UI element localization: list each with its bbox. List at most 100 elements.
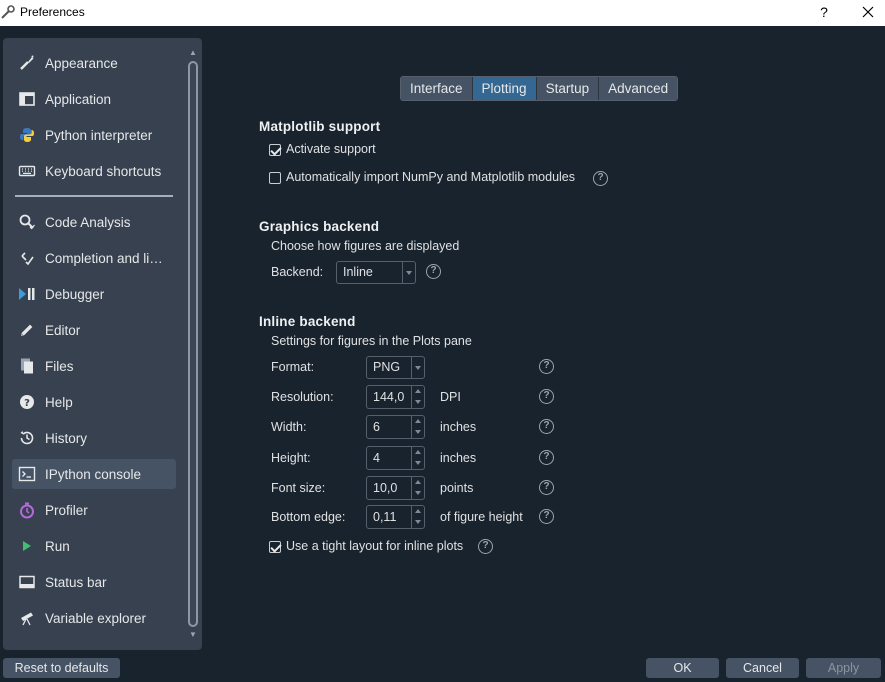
- sidebar-item-editor[interactable]: Editor: [12, 315, 176, 345]
- chevron-down-icon: [402, 262, 415, 283]
- sidebar-item-label: Application: [45, 91, 112, 107]
- resolution-spinbox[interactable]: 144,0: [366, 385, 425, 409]
- telescope-icon: [18, 609, 36, 627]
- bottom-edge-value: 0,11: [373, 510, 397, 524]
- tab-advanced[interactable]: Advanced: [599, 77, 678, 100]
- sidebar-item-history[interactable]: History: [12, 423, 176, 453]
- help-tooltip-icon[interactable]: ?: [593, 171, 608, 186]
- sidebar-item-variable-explorer[interactable]: Variable explorer: [12, 603, 176, 633]
- tab-startup[interactable]: Startup: [536, 77, 600, 100]
- width-unit: inches: [440, 420, 477, 434]
- height-spinbox[interactable]: 4: [366, 446, 425, 470]
- sidebar-item-python-interpreter[interactable]: Python interpreter: [12, 120, 176, 150]
- width-label: Width:: [271, 420, 307, 434]
- sidebar-item-label: Keyboard shortcuts: [45, 163, 162, 179]
- sidebar-item-application[interactable]: Application: [12, 84, 176, 114]
- sidebar-item-files[interactable]: Files: [12, 351, 176, 381]
- help-tooltip-icon[interactable]: ?: [539, 419, 554, 434]
- spin-buttons[interactable]: [411, 447, 424, 469]
- help-tooltip-icon[interactable]: ?: [539, 509, 554, 524]
- spin-down-icon: [415, 400, 421, 404]
- scroll-thumb[interactable]: [188, 61, 198, 627]
- help-button[interactable]: ?: [812, 2, 836, 24]
- spin-buttons[interactable]: [411, 386, 424, 408]
- sidebar-item-label: IPython console: [45, 466, 142, 482]
- help-tooltip-icon[interactable]: ?: [539, 450, 554, 465]
- sidebar-item-label: Python interpreter: [45, 127, 153, 143]
- inline-description: Settings for figures in the Plots pane: [271, 334, 472, 348]
- sidebar-item-label: Completion and li…: [45, 250, 163, 266]
- backend-select[interactable]: Inline: [336, 261, 416, 284]
- spin-buttons[interactable]: [411, 477, 424, 499]
- spin-up-icon: [415, 509, 421, 513]
- spin-down-icon: [415, 491, 421, 495]
- bottom-edge-spinbox[interactable]: 0,11: [366, 505, 425, 529]
- help-tooltip-icon[interactable]: ?: [539, 480, 554, 495]
- spin-down-icon: [415, 461, 421, 465]
- stopwatch-icon: [18, 501, 36, 519]
- sidebar-item-label: Help: [45, 394, 73, 410]
- magnifier-check-icon: [18, 213, 36, 231]
- sidebar-item-ipython-console[interactable]: IPython console: [12, 459, 176, 489]
- sidebar-item-label: Appearance: [45, 55, 118, 71]
- fontsize-label: Font size:: [271, 481, 326, 495]
- auto-import-checkbox[interactable]: [269, 172, 281, 184]
- help-tooltip-icon[interactable]: ?: [426, 264, 441, 279]
- width-spinbox[interactable]: 6: [366, 415, 425, 439]
- help-tooltip-icon[interactable]: ?: [478, 539, 493, 554]
- tab-interface[interactable]: Interface: [401, 77, 473, 100]
- chevron-down-icon: [411, 357, 424, 378]
- spin-buttons[interactable]: [411, 506, 424, 528]
- activate-support-checkbox[interactable]: [269, 144, 281, 156]
- tab-plotting[interactable]: Plotting: [472, 77, 537, 100]
- resolution-value: 144,0: [373, 390, 405, 404]
- history-clock-icon: [18, 429, 36, 447]
- graphics-heading: Graphics backend: [259, 219, 380, 234]
- sidebar-item-run[interactable]: Run: [12, 531, 176, 561]
- scroll-up-arrow-icon[interactable]: ▲: [187, 48, 199, 58]
- fontsize-unit: points: [440, 481, 474, 495]
- preferences-tabs: Interface Plotting Startup Advanced: [400, 76, 679, 101]
- sidebar-item-label: Editor: [45, 322, 81, 338]
- format-select[interactable]: PNG: [366, 356, 425, 379]
- cancel-button[interactable]: Cancel: [726, 658, 799, 678]
- sidebar-item-keyboard-shortcuts[interactable]: Keyboard shortcuts: [12, 156, 176, 186]
- height-value: 4: [373, 451, 380, 465]
- ok-button[interactable]: OK: [646, 658, 719, 678]
- sidebar-item-code-analysis[interactable]: Code Analysis: [12, 207, 176, 237]
- spin-buttons[interactable]: [411, 416, 424, 438]
- sidebar-scrollbar[interactable]: ▲ ▼: [187, 48, 199, 640]
- apply-button[interactable]: Apply: [806, 658, 881, 678]
- graphics-description: Choose how figures are displayed: [271, 239, 460, 253]
- tight-layout-checkbox[interactable]: [269, 541, 281, 553]
- completion-icon: [18, 249, 36, 267]
- help-tooltip-icon[interactable]: ?: [539, 389, 554, 404]
- backend-value: Inline: [343, 265, 373, 279]
- bottom-edge-unit: of figure height: [440, 510, 523, 524]
- fontsize-spinbox[interactable]: 10,0: [366, 476, 425, 500]
- keyboard-icon: [18, 162, 36, 180]
- scroll-down-arrow-icon[interactable]: ▼: [187, 630, 199, 640]
- close-button[interactable]: [855, 2, 881, 24]
- sidebar-item-status-bar[interactable]: Status bar: [12, 567, 176, 597]
- tight-layout-label[interactable]: Use a tight layout for inline plots: [286, 539, 463, 553]
- format-label: Format:: [271, 360, 315, 374]
- sidebar-item-appearance[interactable]: Appearance: [12, 48, 176, 78]
- help-tooltip-icon[interactable]: ?: [539, 359, 554, 374]
- spin-up-icon: [415, 480, 421, 484]
- debug-play-pause-icon: [18, 285, 36, 303]
- activate-support-label[interactable]: Activate support: [286, 142, 376, 156]
- sidebar-item-completion[interactable]: Completion and li…: [12, 243, 176, 273]
- spin-up-icon: [415, 450, 421, 454]
- reset-defaults-button[interactable]: Reset to defaults: [3, 658, 120, 678]
- auto-import-label[interactable]: Automatically import NumPy and Matplotli…: [286, 170, 575, 184]
- sidebar-item-label: Variable explorer: [45, 610, 147, 626]
- wrench-icon: [1, 5, 15, 19]
- sidebar-item-label: Files: [45, 358, 74, 374]
- width-value: 6: [373, 420, 380, 434]
- sidebar-item-help[interactable]: ? Help: [12, 387, 176, 417]
- sidebar-item-debugger[interactable]: Debugger: [12, 279, 176, 309]
- sidebar-item-profiler[interactable]: Profiler: [12, 495, 176, 525]
- sidebar-item-label: History: [45, 430, 88, 446]
- play-icon: [18, 537, 36, 555]
